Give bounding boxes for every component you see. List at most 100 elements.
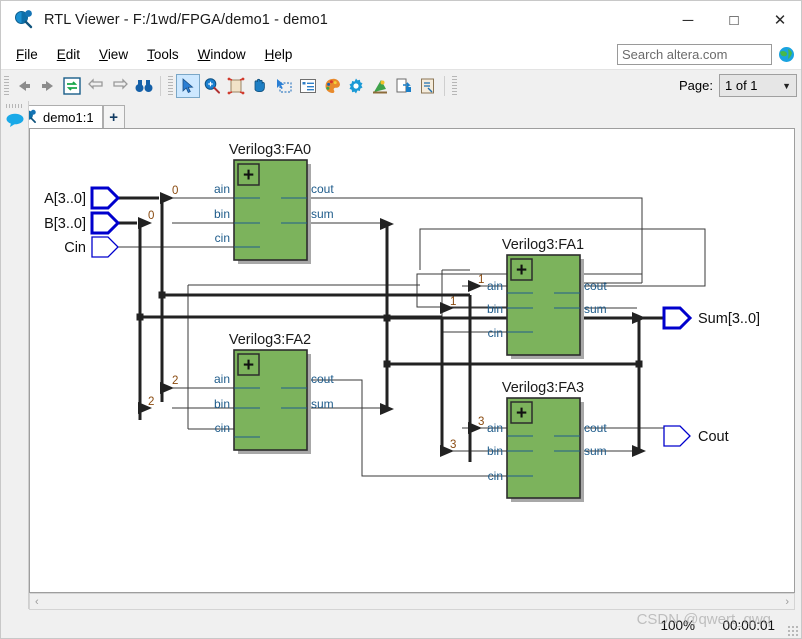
block-label: Verilog3:FA0 [229,142,311,158]
block-fa3[interactable]: Verilog3:FA3 + ain bin cin cout sum [487,380,607,502]
resize-grip[interactable] [787,625,799,637]
toolbar-grip[interactable] [4,76,9,96]
chevron-down-icon: ▼ [782,80,791,91]
output-port-label: Sum[3..0] [698,311,760,327]
block-fa2[interactable]: Verilog3:FA2 + ain bin cin cout sum [214,332,334,454]
probe-icon[interactable] [368,74,392,98]
output-port-label: Cout [698,429,729,445]
scroll-left-arrow-icon[interactable]: ‹ [30,596,44,608]
pin-label-cout: cout [584,279,607,293]
globe-icon[interactable] [778,46,795,63]
block-fa0[interactable]: Verilog3:FA0 + ain bin cin cout sum [214,142,334,264]
input-port-b[interactable]: B[3..0] [44,211,121,235]
input-port-label: B[3..0] [44,216,86,232]
output-ports[interactable]: Sum[3..0] Cout [662,306,760,447]
add-tab-button[interactable]: + [102,105,125,128]
menu-window[interactable]: Window [189,44,255,65]
bus-port-shape [90,186,121,210]
toolbar-separator-2 [444,76,445,96]
select-arrow-icon[interactable] [176,74,200,98]
bit-port-shape [91,236,119,258]
horizontal-scrollbar[interactable]: ‹ › [29,593,795,610]
hand-pan-icon[interactable] [248,74,272,98]
window-controls: ─ □ ✕ [665,1,801,39]
bus-index-label: 2 [172,375,178,387]
net-wires [114,197,706,477]
elapsed-time: 00:00:01 [722,617,775,633]
rtl-schematic-diagram[interactable]: 0 0 1 1 2 2 3 3 A[3..0] B[3..0] Cin Sum[… [30,129,794,592]
output-port-sum[interactable]: Sum[3..0] [662,306,760,330]
pin-label-bin: bin [214,397,230,411]
page-value: 1 of 1 [725,78,758,93]
pin-label-bin: bin [487,302,503,316]
block-symbol: + [516,260,527,281]
input-ports[interactable]: A[3..0] B[3..0] Cin [44,186,121,258]
message-bubble-icon[interactable] [5,112,25,128]
pin-label-sum: sum [311,207,334,221]
tab-label: demo1:1 [43,109,94,125]
refresh-icon[interactable] [60,74,84,98]
menu-bar: File Edit View Tools Window Help [1,39,801,69]
bus-port-shape [662,306,693,330]
bus-index-label: 3 [450,439,456,451]
pin-label-bin: bin [487,444,503,458]
rtl-viewer-magnifier-icon [13,9,35,31]
pin-label-cin: cin [488,326,503,340]
pin-label-cout: cout [311,182,334,196]
title-bar: RTL Viewer - F:/1wd/FPGA/demo1 - demo1 ─… [1,1,801,39]
search-area [617,44,795,65]
pin-label-cin: cin [215,421,230,435]
fit-in-window-icon[interactable] [224,74,248,98]
menu-edit[interactable]: Edit [48,44,89,65]
menu-file[interactable]: File [7,44,47,65]
close-button[interactable]: ✕ [757,1,801,39]
tab-strip: demo1:1 + [1,101,801,128]
input-port-label: A[3..0] [44,191,86,207]
print-page-icon[interactable] [416,74,440,98]
forward-icon[interactable] [36,74,60,98]
block-symbol: + [243,165,254,186]
scroll-right-arrow-icon[interactable]: › [780,596,794,608]
input-port-cin[interactable]: Cin [64,236,119,258]
bit-port-shape [663,425,691,447]
toolbar-grip-2[interactable] [168,76,173,96]
status-bar: 100% 00:00:01 [1,610,801,638]
pin-label-cout: cout [311,372,334,386]
schematic-canvas[interactable]: 0 0 1 1 2 2 3 3 A[3..0] B[3..0] Cin Sum[… [29,128,795,593]
bus-index-label: 0 [148,210,154,222]
color-palette-icon[interactable] [320,74,344,98]
block-symbol: + [516,403,527,424]
bus-index-label: 3 [478,416,484,428]
block-fa1[interactable]: Verilog3:FA1 + ain bin cin cout sum [487,237,607,359]
output-port-cout[interactable]: Cout [663,425,729,447]
input-port-a[interactable]: A[3..0] [44,186,121,210]
pin-label-bin: bin [214,207,230,221]
export-page-icon[interactable] [392,74,416,98]
area-select-icon[interactable] [272,74,296,98]
search-input[interactable] [617,44,772,65]
menu-help[interactable]: Help [256,44,302,65]
menu-tools[interactable]: Tools [138,44,188,65]
pin-label-ain: ain [214,372,230,386]
back-icon[interactable] [12,74,36,98]
zoom-level: 100% [660,617,695,633]
page-dropdown[interactable]: 1 of 1 ▼ [719,74,797,97]
pin-label-ain: ain [214,182,230,196]
minimize-button[interactable]: ─ [665,1,711,39]
block-label: Verilog3:FA1 [502,237,584,253]
hierarchy-list-icon[interactable] [296,74,320,98]
go-down-icon[interactable] [108,74,132,98]
rtl-viewer-window: RTL Viewer - F:/1wd/FPGA/demo1 - demo1 ─… [0,0,802,639]
bus-index-label: 0 [172,185,178,197]
left-dock-grip[interactable] [5,104,24,108]
bus-index-label: 1 [478,274,484,286]
window-title: RTL Viewer - F:/1wd/FPGA/demo1 - demo1 [44,12,328,28]
maximize-button[interactable]: □ [711,1,757,39]
go-up-icon[interactable] [84,74,108,98]
menu-view[interactable]: View [90,44,137,65]
bus-index-label: 1 [450,296,456,308]
find-binoculars-icon[interactable] [132,74,156,98]
settings-gear-icon[interactable] [344,74,368,98]
toolbar-grip-3[interactable] [452,76,457,96]
zoom-magnifier-icon[interactable] [200,74,224,98]
